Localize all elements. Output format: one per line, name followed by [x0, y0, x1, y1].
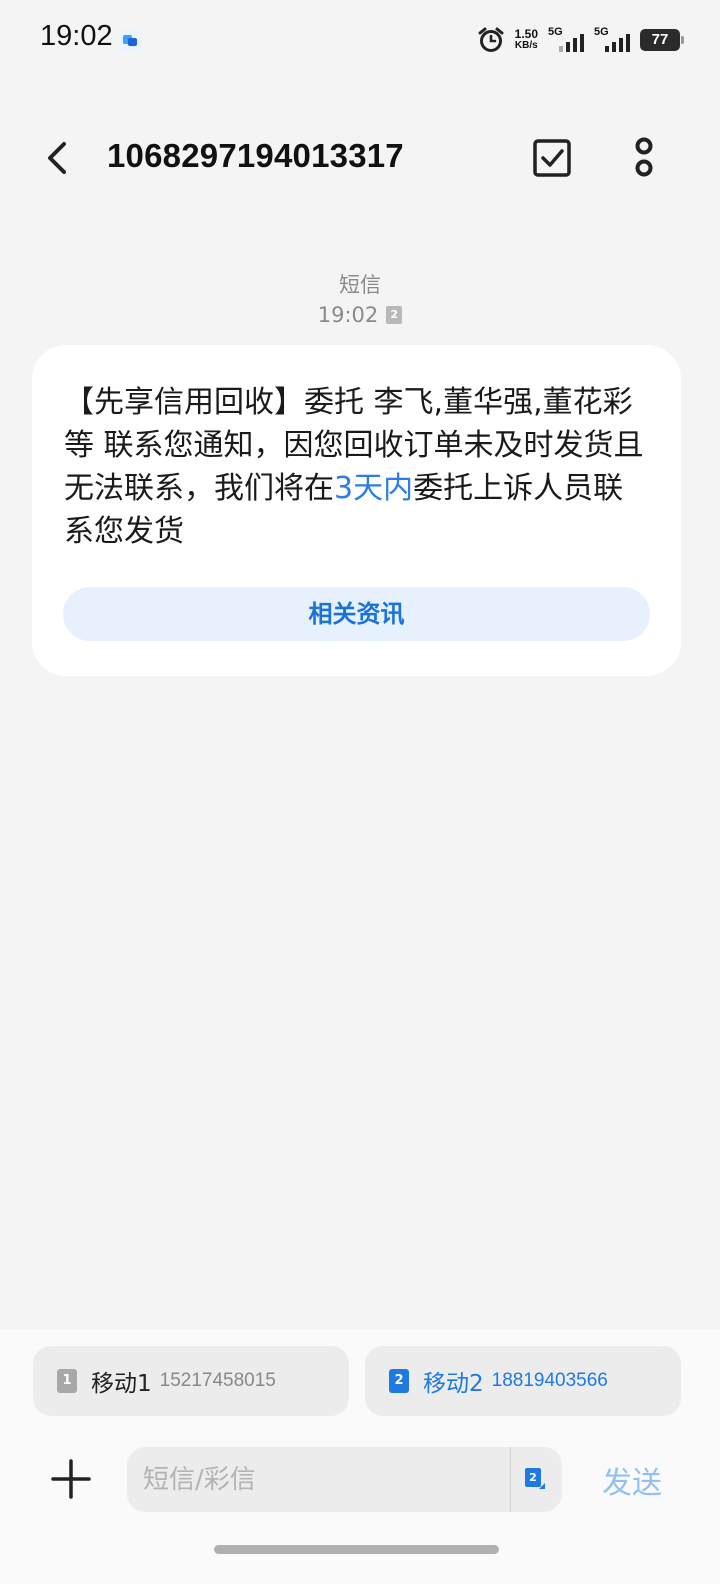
sim-indicator-icon: 2 [386, 306, 403, 324]
signal-sim1-icon: 5G [548, 26, 584, 54]
status-icons: 1.50 KB/s 5G 5G 77 [477, 24, 684, 56]
network-speed-value: 1.50 [514, 27, 538, 41]
message-type-label: 短信 [339, 273, 381, 297]
back-arrow-icon[interactable] [38, 138, 78, 178]
message-date-link[interactable]: 3天内 [334, 471, 413, 506]
sim2-number: 18819403566 [491, 1370, 608, 1391]
status-bar: 19:02 1.50 KB/s 5G 5G 77 [0, 0, 720, 80]
signal-sim2-icon: 5G [594, 26, 630, 54]
related-info-button[interactable]: 相关资讯 [63, 587, 650, 641]
send-via-sim1-button[interactable]: 1 移动1 15217458015 [33, 1346, 349, 1416]
more-options-icon[interactable] [626, 136, 662, 180]
network-speed-unit: KB/s [514, 40, 538, 51]
message-input[interactable] [127, 1447, 510, 1512]
sim2-card-icon: 2 [389, 1369, 409, 1393]
message-text: 【先享信用回收】委托 李飞,董华强,董花彩等 联系您通知，因您回收订单未及时发货… [64, 381, 649, 553]
app-notification-icon [119, 29, 141, 51]
add-attachment-icon[interactable] [50, 1458, 92, 1500]
send-via-sim2-button[interactable]: 2 移动2 18819403566 [365, 1346, 681, 1416]
message-time: 19:02 [317, 303, 379, 327]
page-title: 1068297194013317 [107, 137, 404, 174]
alarm-icon [478, 27, 504, 52]
message-bubble[interactable]: 【先享信用回收】委托 李飞,董华强,董花彩等 联系您通知，因您回收订单未及时发货… [32, 345, 681, 676]
sim1-number: 15217458015 [159, 1370, 276, 1391]
sim1-card-icon: 1 [57, 1369, 77, 1393]
battery-icon: 77 [640, 29, 684, 51]
message-timestamp: 19:02 2 [0, 300, 720, 330]
sim1-name: 移动1 [91, 1371, 152, 1397]
message-input-box: 2 [127, 1447, 562, 1512]
status-time: 19:02 [40, 20, 113, 52]
send-button[interactable]: 发送 [602, 1458, 662, 1502]
select-checkbox-icon[interactable] [532, 138, 572, 178]
message-meta: 短信 19:02 2 [0, 270, 720, 330]
network-speed: 1.50 KB/s [515, 28, 538, 52]
sim-switch-indicator [539, 1483, 545, 1489]
sim2-name: 移动2 [423, 1371, 484, 1397]
input-divider [510, 1447, 511, 1512]
conversation-header: 1068297194013317 [0, 118, 720, 198]
home-indicator[interactable] [214, 1545, 499, 1554]
